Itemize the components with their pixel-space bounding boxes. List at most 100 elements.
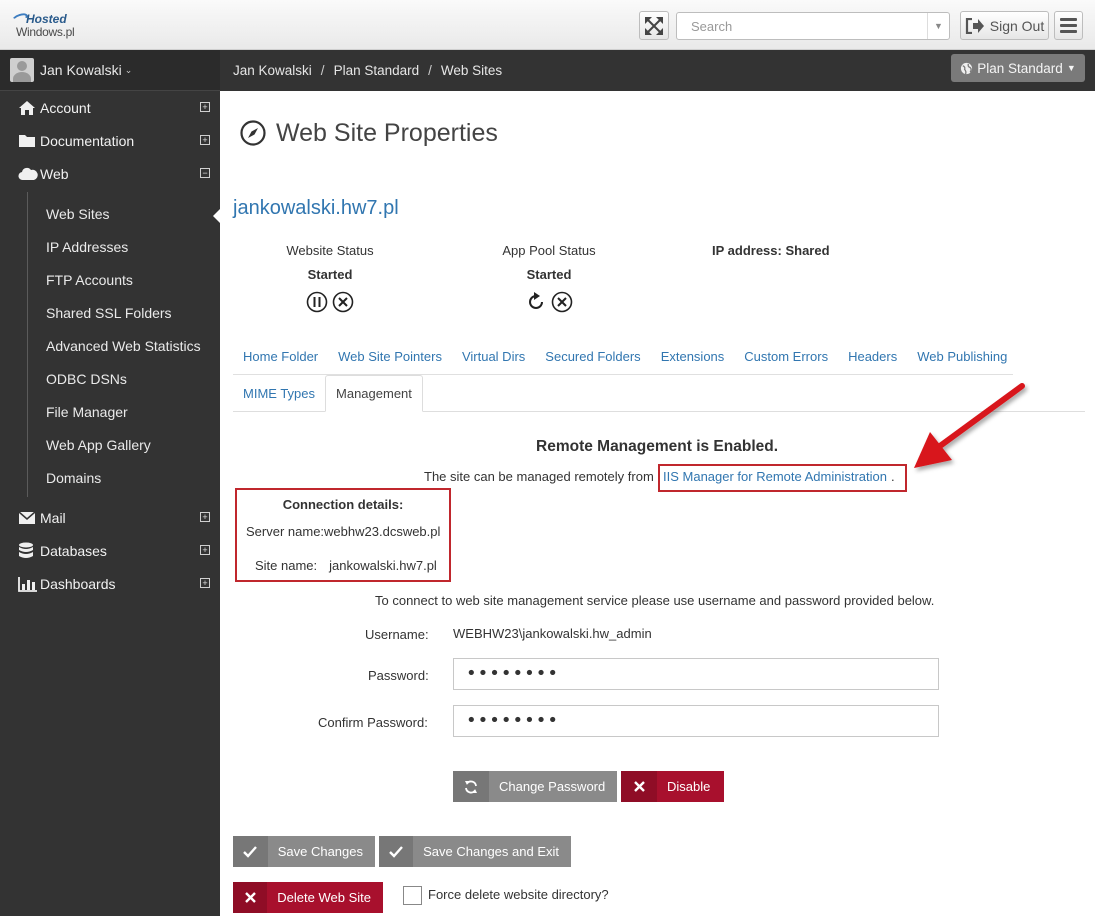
site-name-link[interactable]: jankowalski.hw7.pl <box>233 197 399 220</box>
collapse-minus-icon[interactable]: − <box>200 168 210 178</box>
user-menu[interactable]: Jan Kowalski ⌄ <box>0 50 220 91</box>
breadcrumb-separator: / <box>428 63 432 78</box>
sidebar-item-web[interactable]: Web − <box>0 157 220 190</box>
main-menu-button[interactable] <box>1054 11 1083 40</box>
hamburger-icon <box>1060 15 1077 36</box>
compass-icon <box>240 120 266 146</box>
close-icon <box>621 771 657 802</box>
pause-icon[interactable] <box>306 291 328 313</box>
disable-label: Disable <box>667 779 711 794</box>
disable-button[interactable]: Disable <box>621 771 725 802</box>
breadcrumb-item[interactable]: Plan Standard <box>334 63 420 78</box>
website-status-value: Started <box>307 267 353 282</box>
password-field[interactable]: •••••••• <box>453 658 939 690</box>
username-value: WEBHW23\jankowalski.hw_admin <box>453 626 652 641</box>
page-title-text: Web Site Properties <box>276 118 498 147</box>
tab-secured-folders[interactable]: Secured Folders <box>535 338 650 375</box>
refresh-icon <box>453 771 489 802</box>
sidebar-item-account[interactable]: Account + <box>0 91 220 124</box>
expand-plus-icon[interactable]: + <box>200 578 210 588</box>
save-and-exit-label: Save Changes and Exit <box>423 844 559 859</box>
logo[interactable]: Hosted Windows.pl <box>11 10 92 40</box>
remote-management-intro: The site can be managed remotely from <box>424 469 654 484</box>
avatar <box>10 58 34 82</box>
tab-management[interactable]: Management <box>325 375 423 412</box>
delete-web-site-label: Delete Web Site <box>277 890 371 905</box>
sign-out-icon <box>965 17 984 34</box>
expand-plus-icon[interactable]: + <box>200 512 210 522</box>
save-changes-button[interactable]: Save Changes <box>233 836 375 867</box>
confirm-password-field[interactable]: •••••••• <box>453 705 939 737</box>
remote-management-title: Remote Management is Enabled. <box>536 438 779 455</box>
sidebar-subitem-ip-addresses[interactable]: IP Addresses <box>46 230 128 263</box>
site-name-value: jankowalski.hw7.pl <box>329 558 437 573</box>
website-status-label: Website Status <box>286 243 374 258</box>
cloud-icon <box>18 166 38 182</box>
sidebar-item-documentation[interactable]: Documentation + <box>0 124 220 157</box>
close-icon <box>233 882 268 913</box>
active-indicator <box>213 209 220 223</box>
breadcrumb: Jan Kowalski / Plan Standard / Web Sites <box>233 63 502 78</box>
stop-icon[interactable] <box>551 291 573 313</box>
sidebar-subitem-odbc-dsns[interactable]: ODBC DSNs <box>46 362 127 395</box>
search-input[interactable] <box>677 13 927 39</box>
recycle-icon[interactable] <box>525 291 547 313</box>
sidebar-item-label: Account <box>40 99 91 116</box>
search-dropdown-caret-icon[interactable]: ▼ <box>927 13 949 39</box>
tab-headers[interactable]: Headers <box>838 338 907 375</box>
search-box[interactable]: ▼ <box>676 12 950 40</box>
sidebar-subitem-web-sites[interactable]: Web Sites <box>46 197 110 230</box>
sidebar-subitem-ftp-accounts[interactable]: FTP Accounts <box>46 263 133 296</box>
submenu-guide-line <box>27 192 28 497</box>
sidebar-subitem-file-manager[interactable]: File Manager <box>46 395 128 428</box>
expand-plus-icon[interactable]: + <box>200 545 210 555</box>
sidebar-item-mail[interactable]: Mail + <box>0 501 220 534</box>
connect-instructions: To connect to web site management servic… <box>375 593 935 608</box>
connection-details-title: Connection details: <box>282 497 404 512</box>
sidebar-item-label: Mail <box>40 509 66 526</box>
password-label: Password: <box>368 668 429 683</box>
tab-web-site-pointers[interactable]: Web Site Pointers <box>328 338 452 375</box>
sidebar-subitem-advanced-web-statistics[interactable]: Advanced Web Statistics <box>46 329 201 362</box>
chevron-down-icon: ⌄ <box>124 64 133 75</box>
database-icon <box>18 542 38 559</box>
tab-mime-types[interactable]: MIME Types <box>233 375 325 412</box>
tab-extensions[interactable]: Extensions <box>651 338 735 375</box>
iis-manager-link[interactable]: IIS Manager for Remote Administration <box>663 469 887 484</box>
site-name-row: Site name: jankowalski.hw7.pl <box>255 558 437 573</box>
breadcrumb-item[interactable]: Jan Kowalski <box>233 63 312 78</box>
red-arrow-annotation <box>914 383 1025 468</box>
plan-dropdown-button[interactable]: Plan Standard ▼ <box>951 54 1085 82</box>
expand-plus-icon[interactable]: + <box>200 102 210 112</box>
save-and-exit-button[interactable]: Save Changes and Exit <box>379 836 571 867</box>
sign-out-button[interactable]: Sign Out <box>960 11 1049 40</box>
fullscreen-button[interactable] <box>639 11 669 40</box>
breadcrumb-bar: Jan Kowalski / Plan Standard / Web Sites Pla… <box>220 50 1095 91</box>
envelope-icon <box>18 510 38 526</box>
link-suffix: . <box>891 469 895 484</box>
home-icon <box>18 100 38 116</box>
site-name-label: Site name: <box>255 558 318 573</box>
sidebar-subitem-domains[interactable]: Domains <box>46 461 101 494</box>
sidebar-subitem-web-app-gallery[interactable]: Web App Gallery <box>46 428 151 461</box>
tab-virtual-dirs[interactable]: Virtual Dirs <box>452 338 535 375</box>
change-password-label: Change Password <box>499 779 606 794</box>
tab-home-folder[interactable]: Home Folder <box>233 338 328 375</box>
delete-web-site-button[interactable]: Delete Web Site <box>233 882 383 913</box>
sidebar-item-label: Web <box>40 165 69 182</box>
change-password-button[interactable]: Change Password <box>453 771 618 802</box>
tab-custom-errors[interactable]: Custom Errors <box>734 338 838 375</box>
server-name-row: Server name:webhw23.dcsweb.pl <box>246 524 440 539</box>
sidebar-item-dashboards[interactable]: Dashboards + <box>0 567 220 600</box>
sidebar-subitem-shared-ssl-folders[interactable]: Shared SSL Folders <box>46 296 172 329</box>
expand-plus-icon[interactable]: + <box>200 135 210 145</box>
ip-address-label: IP address: Shared <box>712 243 830 258</box>
tabs-row-1: Home Folder Web Site Pointers Virtual Di… <box>233 338 1085 375</box>
sidebar-item-databases[interactable]: Databases + <box>0 534 220 567</box>
app-pool-status: App Pool Status Started <box>494 243 604 313</box>
stop-icon[interactable] <box>332 291 354 313</box>
force-delete-checkbox[interactable] <box>403 886 422 905</box>
tab-web-publishing[interactable]: Web Publishing <box>907 338 1017 375</box>
sign-out-label: Sign Out <box>989 17 1045 34</box>
check-icon <box>233 836 268 867</box>
